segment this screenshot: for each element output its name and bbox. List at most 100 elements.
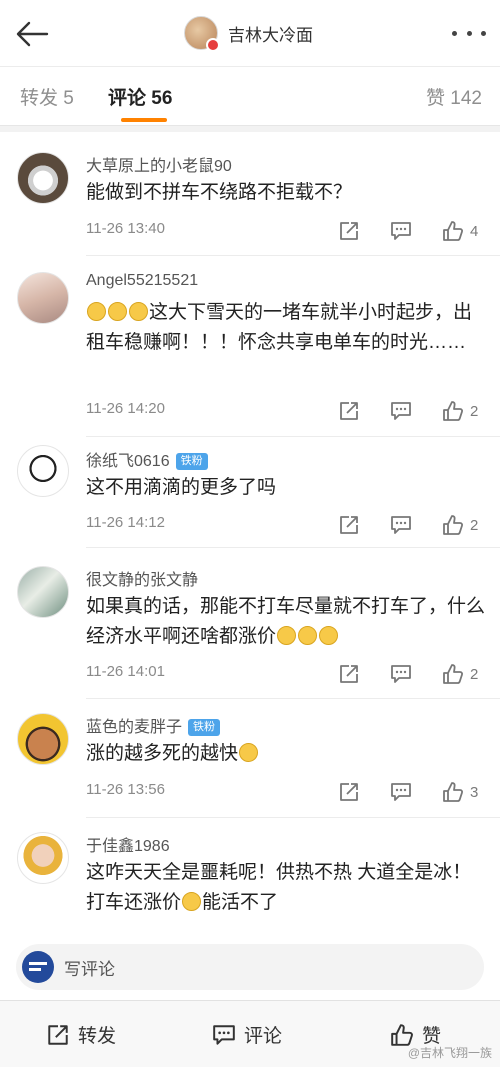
comment-username[interactable]: 于佳鑫1986 — [86, 832, 170, 856]
user-avatar[interactable] — [17, 445, 69, 497]
divider — [86, 698, 500, 699]
reply-button[interactable] — [390, 661, 412, 687]
comment-label: 评论 — [244, 1026, 283, 1047]
comment-username[interactable]: 很文静的张文静 — [86, 566, 198, 590]
share-button[interactable] — [338, 661, 360, 687]
like-count: 2 — [470, 402, 479, 420]
header-title-group[interactable]: 吉林大冷面 — [184, 14, 313, 52]
tab-comment[interactable]: 评论 56 — [108, 83, 172, 110]
comment-text: 这咋天天全是噩耗呢！供热不热 大道全是冰！打车还涨价 能活不了 — [86, 862, 472, 913]
smile-emoji-icon — [298, 626, 318, 645]
share-icon — [340, 783, 358, 801]
grin-emoji-icon — [129, 302, 148, 321]
smile-emoji-icon — [277, 626, 297, 645]
user-avatar[interactable] — [17, 152, 69, 204]
fan-badge: 铁粉 — [188, 719, 221, 736]
header-avatar[interactable] — [184, 16, 220, 52]
active-tab-indicator — [121, 118, 167, 122]
comment-text: 涨的越多死的越快 — [86, 739, 486, 769]
thumbs-up-icon — [443, 782, 464, 802]
share-icon — [340, 222, 358, 240]
like-button[interactable]: 2 — [442, 398, 478, 424]
share-button[interactable] — [338, 218, 360, 244]
comment-meta: 11-26 13:40 4 — [86, 218, 486, 244]
thumbs-up-icon — [443, 515, 464, 535]
share-button[interactable] — [338, 398, 360, 424]
verified-badge-icon — [206, 38, 220, 52]
comment-username[interactable]: 徐纸飞0616 铁粉 — [86, 447, 208, 471]
user-avatar[interactable] — [17, 832, 69, 884]
comment-time: 11-26 13:56 — [86, 781, 165, 798]
thumbs-up-icon — [443, 221, 464, 241]
comment-meta: 11-26 14:20 2 — [86, 398, 486, 424]
write-comment-bar: 写评论 — [0, 936, 500, 1000]
back-button[interactable] — [12, 14, 52, 54]
repost-button[interactable]: 转发 — [46, 1021, 116, 1048]
comment-text: 如果真的话，那能不打车尽量就不打车了，什么经济水平啊还啥都涨价 — [86, 596, 486, 647]
reply-button[interactable] — [390, 218, 412, 244]
reply-button[interactable] — [390, 779, 412, 805]
comment-username[interactable]: 蓝色的麦胖子 铁粉 — [86, 713, 221, 737]
divider — [86, 817, 500, 818]
my-avatar — [22, 951, 54, 983]
tab-repost[interactable]: 转发 5 — [20, 83, 74, 110]
shy-emoji-icon — [239, 743, 259, 762]
comment-text: 这大下雪天的一堵车就半小时起步，出租车稳赚啊！！！怀念共享电单车的时光…… — [86, 302, 473, 353]
write-comment-input[interactable]: 写评论 — [16, 944, 484, 990]
comment-icon — [391, 402, 411, 420]
share-button[interactable] — [338, 512, 360, 538]
like-count: 3 — [470, 783, 479, 801]
comment-button[interactable]: 评论 — [212, 1021, 282, 1048]
user-avatar[interactable] — [17, 566, 69, 618]
write-comment-placeholder: 写评论 — [64, 959, 115, 979]
bottom-action-bar: 转发 评论 赞 @吉林飞翔一族 — [0, 1000, 500, 1067]
like-count: 4 — [470, 222, 479, 240]
like-button[interactable]: 2 — [442, 512, 478, 538]
like-button[interactable]: 4 — [442, 218, 478, 244]
page-title: 吉林大冷面 — [228, 25, 313, 45]
more-options-icon[interactable] — [452, 22, 486, 44]
thumbs-up-icon — [391, 1023, 413, 1046]
reply-button[interactable] — [390, 512, 412, 538]
user-avatar[interactable] — [17, 272, 69, 324]
tab-like[interactable]: 赞 142 — [426, 83, 482, 110]
thumbs-up-icon — [443, 664, 464, 684]
tab-bar: 转发 5 评论 56 赞 142 — [0, 66, 500, 126]
like-button[interactable]: 3 — [442, 779, 478, 805]
like-count: 2 — [470, 516, 479, 534]
comment-icon — [391, 222, 411, 240]
grin-emoji-icon — [87, 302, 106, 321]
like-button[interactable]: 2 — [442, 661, 478, 687]
comment-text: 能做到不拼车不绕路不拒载不？ — [86, 182, 353, 203]
divider — [86, 547, 500, 548]
comment-username[interactable]: 大草原上的小老鼠90 — [86, 152, 232, 176]
comment-icon — [213, 1024, 235, 1045]
comment-text: 这不用滴滴的更多了吗 — [86, 477, 277, 498]
watermark: @吉林飞翔一族 — [407, 1046, 492, 1060]
comment-icon — [391, 783, 411, 801]
repost-label: 转发 — [78, 1026, 117, 1047]
thumbs-up-icon — [443, 401, 464, 421]
comment-list: 大草原上的小老鼠90 能做到不拼车不绕路不拒载不？ 11-26 13:40 4 … — [0, 132, 500, 936]
user-avatar[interactable] — [17, 713, 69, 765]
like-count: 2 — [470, 665, 479, 683]
comment-username[interactable]: Angel55215521 — [86, 272, 198, 290]
share-icon — [340, 516, 358, 534]
smile-emoji-icon — [319, 626, 339, 645]
share-icon — [340, 665, 358, 683]
reply-button[interactable] — [390, 398, 412, 424]
grin-emoji-icon — [108, 302, 127, 321]
comment-time: 11-26 14:01 — [86, 663, 165, 680]
divider — [86, 436, 500, 437]
top-bar: 吉林大冷面 — [0, 0, 500, 66]
comment-icon — [391, 665, 411, 683]
fan-badge: 铁粉 — [175, 453, 208, 470]
repost-icon — [48, 1024, 68, 1045]
comment-meta: 11-26 13:56 3 — [86, 779, 486, 805]
comment-time: 11-26 14:20 — [86, 400, 165, 417]
comment-time: 11-26 14:12 — [86, 514, 165, 531]
back-arrow-icon — [16, 21, 49, 47]
share-button[interactable] — [338, 779, 360, 805]
share-icon — [340, 402, 358, 420]
laugh-cry-emoji-icon — [182, 892, 202, 911]
